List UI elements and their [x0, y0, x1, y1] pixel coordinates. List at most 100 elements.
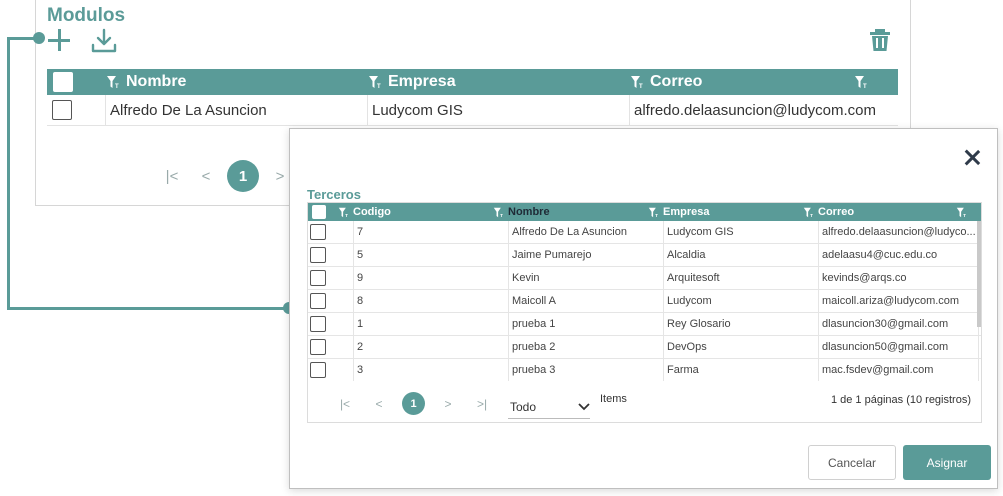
- svg-text:T: T: [377, 84, 381, 89]
- cell-correo: adelaasu4@cuc.edu.co: [819, 244, 979, 266]
- row-select: [308, 313, 354, 335]
- table-row[interactable]: 1 prueba 1 Rey Glosario dlasuncion30@gma…: [308, 313, 981, 336]
- connector-line: [7, 38, 10, 310]
- filter-icon[interactable]: T: [338, 207, 349, 218]
- page-count-text: 1 de 1 páginas (10 registros): [830, 394, 971, 406]
- prev-page-button[interactable]: <: [189, 168, 223, 185]
- cell-empresa: Arquitesoft: [664, 267, 819, 289]
- row-select: [308, 290, 354, 312]
- svg-text:T: T: [963, 213, 966, 218]
- cell-nombre: prueba 1: [509, 313, 664, 335]
- column-label-correo: Correo: [818, 206, 855, 218]
- svg-text:T: T: [500, 213, 503, 218]
- cell-correo: maicoll.ariza@ludycom.com: [819, 290, 979, 312]
- cell-nombre: Jaime Pumarejo: [509, 244, 664, 266]
- filter-icon[interactable]: T: [648, 207, 659, 218]
- cell-correo: alfredo.delaasuncion@ludyco...: [819, 221, 979, 243]
- cell-empresa: Rey Glosario: [664, 313, 819, 335]
- modules-title: Modulos: [47, 5, 126, 26]
- row-checkbox[interactable]: [310, 316, 326, 332]
- cell-codigo: 2: [354, 336, 509, 358]
- header-select-all: [308, 203, 338, 221]
- row-select: [47, 95, 106, 125]
- chevron-down-icon: [578, 402, 590, 410]
- last-page-button[interactable]: >|: [465, 397, 499, 411]
- column-header-nombre: T Nombre: [493, 203, 648, 221]
- modules-table: T Nombre T Empresa T Correo T Alfredo De…: [47, 69, 898, 126]
- items-label: Items: [600, 393, 627, 405]
- cell-nombre: prueba 3: [509, 359, 664, 381]
- row-select: [308, 244, 354, 266]
- first-page-button[interactable]: |<: [328, 397, 362, 411]
- column-header-codigo: T Codigo: [338, 203, 493, 221]
- table-row[interactable]: 8 Maicoll A Ludycom maicoll.ariza@ludyco…: [308, 290, 981, 313]
- cell-nombre: Maicoll A: [509, 290, 664, 312]
- grid-scrollbar[interactable]: [977, 221, 981, 327]
- table-row[interactable]: 7 Alfredo De La Asuncion Ludycom GIS alf…: [308, 221, 981, 244]
- row-select: [308, 359, 354, 381]
- row-checkbox[interactable]: [310, 362, 326, 378]
- filter-icon[interactable]: T: [106, 75, 120, 89]
- cell-empresa: Alcaldia: [664, 244, 819, 266]
- cell-empresa: Ludycom GIS: [664, 221, 819, 243]
- filter-icon[interactable]: T: [630, 75, 644, 89]
- table-row[interactable]: 5 Jaime Pumarejo Alcaldia adelaasu4@cuc.…: [308, 244, 981, 267]
- modules-table-header: T Nombre T Empresa T Correo T: [47, 69, 898, 95]
- prev-page-button[interactable]: <: [362, 397, 396, 411]
- current-page-button[interactable]: 1: [402, 392, 425, 415]
- download-icon[interactable]: [90, 27, 118, 55]
- row-checkbox[interactable]: [52, 100, 72, 120]
- terceros-grid-body[interactable]: 7 Alfredo De La Asuncion Ludycom GIS alf…: [308, 221, 981, 381]
- column-header-empresa: T Empresa: [648, 203, 803, 221]
- row-checkbox[interactable]: [310, 339, 326, 355]
- row-select: [308, 267, 354, 289]
- assign-button[interactable]: Asignar: [903, 445, 991, 480]
- row-checkbox[interactable]: [310, 270, 326, 286]
- first-page-button[interactable]: |<: [155, 168, 189, 185]
- row-checkbox[interactable]: [310, 293, 326, 309]
- modules-pager: |< < 1 >: [155, 160, 297, 192]
- table-row[interactable]: 2 prueba 2 DevOps dlasuncion50@gmail.com: [308, 336, 981, 359]
- column-label-empresa: Empresa: [388, 73, 456, 90]
- select-all-checkbox[interactable]: [53, 72, 73, 92]
- cell-nombre: Kevin: [509, 267, 664, 289]
- cell-correo: alfredo.delaasuncion@ludycom.com: [634, 101, 877, 119]
- add-icon[interactable]: [47, 28, 71, 52]
- filter-icon[interactable]: T: [493, 207, 504, 218]
- trash-icon[interactable]: [867, 27, 893, 53]
- table-row[interactable]: Alfredo De La Asuncion Ludycom GIS alfre…: [47, 95, 898, 126]
- filter-icon[interactable]: T: [803, 207, 814, 218]
- svg-text:T: T: [639, 84, 643, 89]
- cell-empresa: Farma: [664, 359, 819, 381]
- row-checkbox[interactable]: [310, 224, 326, 240]
- next-page-button[interactable]: >: [431, 397, 465, 411]
- select-all-checkbox[interactable]: [312, 205, 326, 219]
- terceros-pager: |< < 1 > >|: [328, 392, 499, 415]
- stage: Modulos T Nombre T Empresa T Correo T Al…: [0, 0, 1003, 496]
- current-page-button[interactable]: 1: [227, 160, 259, 192]
- filter-icon[interactable]: T: [956, 207, 967, 218]
- terceros-modal: Terceros T Codigo T Nombre T Empresa T C…: [289, 128, 998, 489]
- close-icon[interactable]: [963, 149, 981, 167]
- filter-icon[interactable]: T: [854, 75, 868, 89]
- terceros-grid: T Codigo T Nombre T Empresa T Correo T 7…: [307, 202, 982, 423]
- cell-empresa: Ludycom GIS: [368, 95, 630, 125]
- column-label-nombre: Nombre: [508, 206, 550, 218]
- table-row[interactable]: 3 prueba 3 Farma mac.fsdev@gmail.com: [308, 359, 981, 381]
- page-size-select[interactable]: Todo: [508, 395, 590, 419]
- row-checkbox[interactable]: [310, 247, 326, 263]
- cell-correo: dlasuncion30@gmail.com: [819, 313, 979, 335]
- row-select: [308, 336, 354, 358]
- column-header-correo-inner: T Correo: [803, 206, 854, 218]
- cancel-button[interactable]: Cancelar: [808, 445, 896, 480]
- cell-codigo: 9: [354, 267, 509, 289]
- cell-codigo: 7: [354, 221, 509, 243]
- cell-codigo: 5: [354, 244, 509, 266]
- cell-nombre: Alfredo De La Asuncion: [509, 221, 664, 243]
- filter-icon[interactable]: T: [368, 75, 382, 89]
- cell-correo: mac.fsdev@gmail.com: [819, 359, 979, 381]
- column-header-empresa: T Empresa: [368, 69, 630, 95]
- page-size-value: Todo: [510, 399, 537, 414]
- svg-text:T: T: [115, 84, 119, 89]
- table-row[interactable]: 9 Kevin Arquitesoft kevinds@arqs.co: [308, 267, 981, 290]
